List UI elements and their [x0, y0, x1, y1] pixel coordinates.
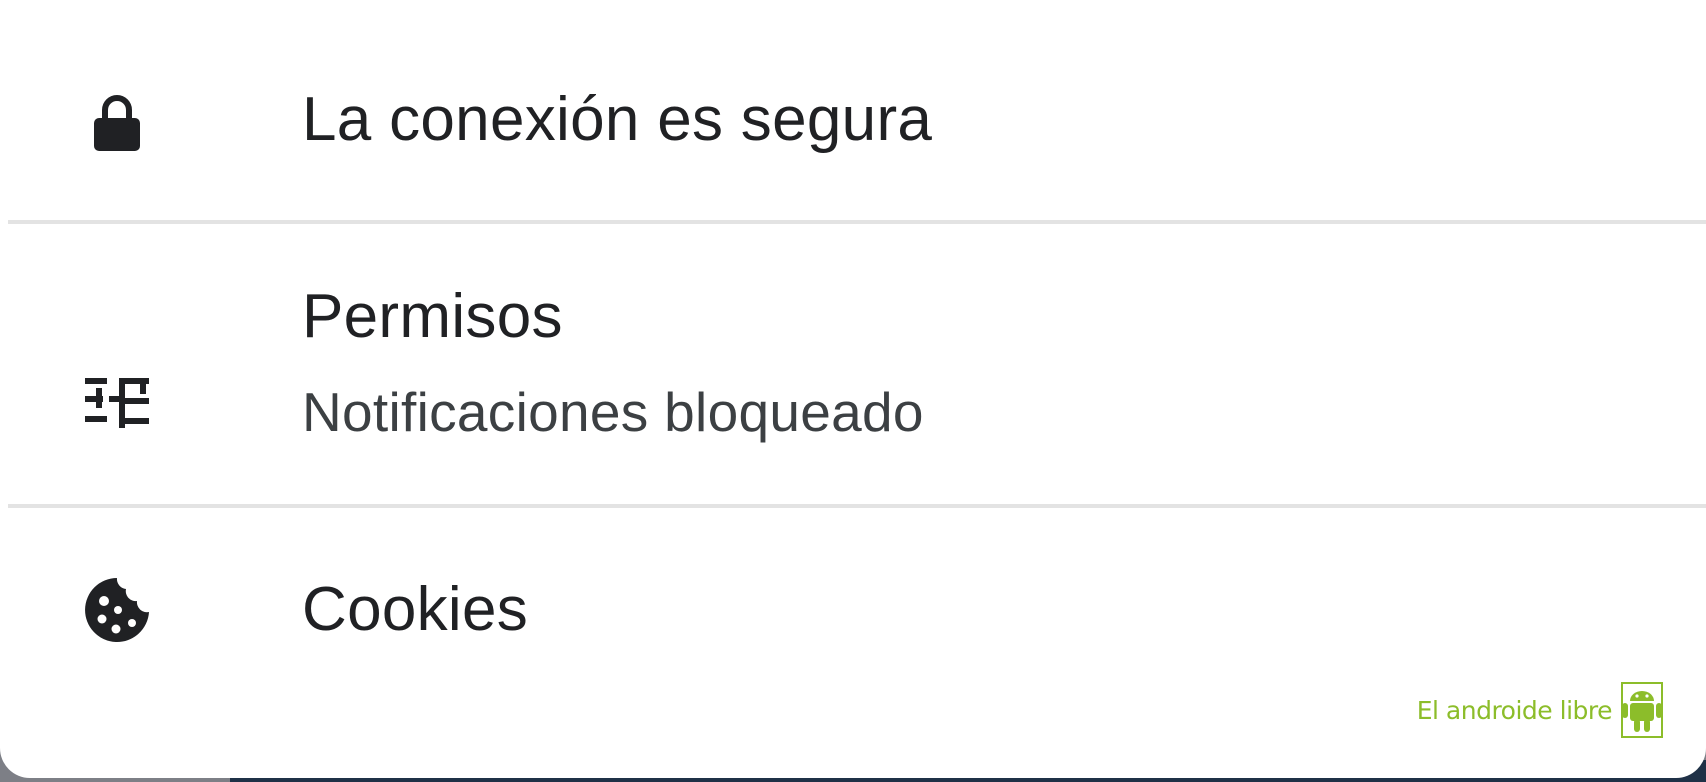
- lock-icon: [82, 85, 152, 155]
- connection-security-item[interactable]: La conexión es segura: [0, 0, 1706, 222]
- permissions-status: Notificaciones bloqueado: [302, 381, 924, 443]
- permissions-item[interactable]: Permisos Notificaciones bloqueado: [0, 226, 1706, 506]
- connection-security-title: La conexión es segura: [302, 85, 933, 154]
- permissions-title: Permisos: [302, 282, 563, 351]
- divider: [8, 504, 1706, 508]
- screen: La conexión es segura Permisos Notificac…: [0, 0, 1706, 782]
- tune-sliders-icon: [82, 366, 152, 436]
- watermark: El androide libre: [1417, 680, 1664, 740]
- cookie-icon: [82, 575, 152, 645]
- watermark-text: El androide libre: [1416, 695, 1613, 725]
- site-info-sheet: La conexión es segura Permisos Notificac…: [0, 0, 1706, 778]
- divider: [8, 220, 1706, 224]
- android-robot-logo: [1616, 681, 1664, 739]
- cookies-title: Cookies: [302, 575, 529, 644]
